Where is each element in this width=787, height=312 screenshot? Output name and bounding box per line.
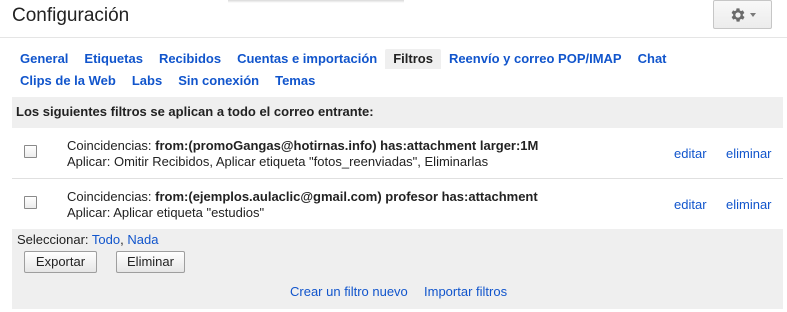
tab-reenvio-pop-imap[interactable]: Reenvío y correo POP/IMAP xyxy=(441,49,630,69)
filter-row: Coincidencias: from:(ejemplos.aulaclic@g… xyxy=(12,179,783,229)
filters-heading: Los siguientes filtros se aplican a todo… xyxy=(16,104,374,119)
create-filter-link[interactable]: Crear un filtro nuevo xyxy=(290,284,408,299)
tabs-row-1: General Etiquetas Recibidos Cuentas e im… xyxy=(12,49,675,69)
tab-etiquetas[interactable]: Etiquetas xyxy=(76,49,151,69)
tab-filtros[interactable]: Filtros xyxy=(385,49,441,69)
filters-panel: Los siguientes filtros se aplican a todo… xyxy=(12,97,783,309)
select-label: Seleccionar: xyxy=(17,232,92,247)
tab-recibidos[interactable]: Recibidos xyxy=(151,49,229,69)
import-filters-link[interactable]: Importar filtros xyxy=(424,284,507,299)
select-all-link[interactable]: Todo xyxy=(92,232,120,247)
edit-filter-link[interactable]: editar xyxy=(674,146,707,161)
edit-filter-link[interactable]: editar xyxy=(674,197,707,212)
tab-cuentas-importacion[interactable]: Cuentas e importación xyxy=(229,49,385,69)
tab-clips-web[interactable]: Clips de la Web xyxy=(12,71,124,91)
delete-filter-link[interactable]: eliminar xyxy=(726,197,772,212)
tab-general[interactable]: General xyxy=(12,49,76,69)
export-button[interactable]: Exportar xyxy=(24,251,97,273)
tab-chat[interactable]: Chat xyxy=(630,49,675,69)
filter-criteria-line: Coincidencias: from:(promoGangas@hotirna… xyxy=(67,138,538,153)
tab-sin-conexion[interactable]: Sin conexión xyxy=(170,71,267,91)
chevron-down-icon xyxy=(750,13,756,17)
tabs-row-2: Clips de la Web Labs Sin conexión Temas xyxy=(12,71,323,91)
gear-icon xyxy=(729,6,747,24)
settings-button[interactable] xyxy=(713,0,772,29)
header-divider xyxy=(0,37,787,38)
delete-button[interactable]: Eliminar xyxy=(116,251,185,273)
filter-criteria-line: Coincidencias: from:(ejemplos.aulaclic@g… xyxy=(67,189,538,204)
tab-temas[interactable]: Temas xyxy=(267,71,323,91)
filter-criteria: from:(ejemplos.aulaclic@gmail.com) profe… xyxy=(155,189,538,204)
filter-checkbox[interactable] xyxy=(24,196,37,209)
filter-row: Coincidencias: from:(promoGangas@hotirna… xyxy=(12,128,783,178)
filter-match-prefix: Coincidencias: xyxy=(67,189,156,204)
filter-criteria: from:(promoGangas@hotirnas.info) has:att… xyxy=(155,138,539,153)
filter-action: Aplicar: Aplicar etiqueta "estudios" xyxy=(67,205,265,220)
filter-checkbox[interactable] xyxy=(24,145,37,158)
tab-labs[interactable]: Labs xyxy=(124,71,170,91)
filter-match-prefix: Coincidencias: xyxy=(67,138,156,153)
page-title: Configuración xyxy=(12,5,130,26)
delete-filter-link[interactable]: eliminar xyxy=(726,146,772,161)
top-shadow xyxy=(228,0,404,3)
select-none-link[interactable]: Nada xyxy=(127,232,158,247)
select-row: Seleccionar: Todo, Nada xyxy=(17,232,158,247)
filter-action: Aplicar: Omitir Recibidos, Aplicar etiqu… xyxy=(67,154,489,169)
